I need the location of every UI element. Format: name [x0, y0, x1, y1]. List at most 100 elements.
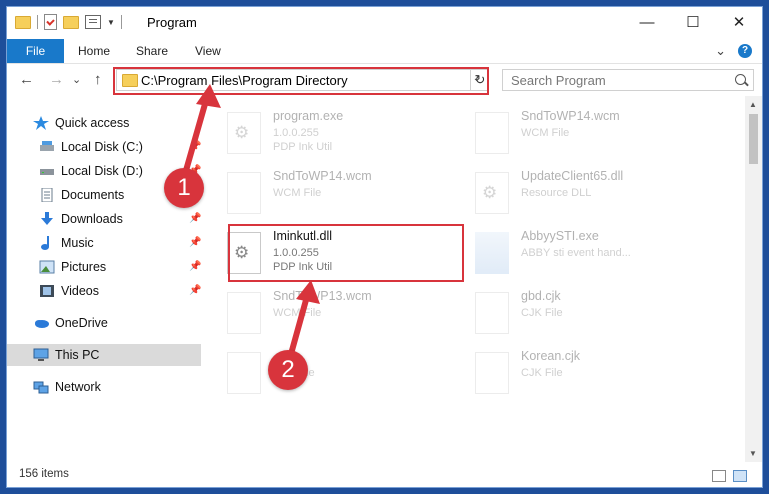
sidebar-item-label: Videos — [61, 284, 99, 298]
file-type: WCM File — [273, 187, 322, 199]
file-meta: 1.0.0.255 PDP Ink Util — [273, 126, 332, 154]
file-name: SndToWP13.wcm — [273, 289, 372, 303]
music-icon — [39, 236, 55, 250]
file-gear-icon — [227, 112, 261, 154]
file-type: WCM File — [521, 127, 570, 139]
drive-icon — [39, 164, 55, 178]
tab-file[interactable]: File — [7, 39, 64, 63]
minimize-button[interactable]: — — [624, 7, 670, 37]
recent-locations-dropdown[interactable]: ⌄ — [72, 73, 81, 86]
file-type: CJK File — [521, 307, 563, 319]
file-name: SndToWP14.wcm — [521, 109, 620, 123]
large-icons-view-icon[interactable] — [733, 470, 747, 482]
sidebar-item-label: Documents — [61, 188, 125, 202]
file-gear-icon — [475, 172, 509, 214]
file-name: program.exe — [273, 109, 344, 123]
sidebar-item-label: Network — [55, 380, 101, 394]
drive-icon — [39, 140, 55, 154]
file-type: Resource DLL — [521, 187, 592, 199]
pin-icon[interactable]: 📌 — [189, 261, 201, 272]
sidebar-item-music[interactable]: Music — [39, 232, 94, 254]
pictures-icon — [39, 260, 55, 274]
sidebar-item-label: This PC — [55, 348, 100, 362]
toolbar-divider — [120, 15, 122, 29]
file-highlight-box — [228, 224, 464, 282]
file-icon — [475, 112, 509, 154]
tab-home[interactable]: Home — [78, 39, 110, 63]
sidebar-item-network[interactable]: Network — [33, 376, 101, 398]
close-button[interactable]: ✕ — [716, 7, 762, 37]
status-bar: 156 items — [7, 465, 762, 487]
file-list: program.exe 1.0.0.255 PDP Ink Util SndToW… — [217, 102, 737, 462]
file-item-gbd-cjk[interactable]: gbd.cjk CJK File — [465, 286, 705, 338]
application-icon — [475, 232, 509, 274]
sidebar-item-label: Local Disk (D:) — [61, 164, 143, 178]
file-name: SndToWP14.wcm — [273, 169, 372, 183]
sidebar-item-label: Music — [61, 236, 94, 250]
videos-icon — [39, 284, 55, 298]
file-type: WCM File — [273, 307, 322, 319]
quick-access-toolbar: ▼ — [15, 14, 122, 30]
sidebar-item-label: Quick access — [55, 116, 130, 130]
toolbar-divider — [37, 15, 38, 29]
file-type: CJK File — [521, 367, 563, 379]
properties-check-icon[interactable] — [44, 14, 57, 30]
sidebar-item-local-disk-d[interactable]: Local Disk (D:) — [39, 160, 143, 182]
back-button[interactable]: ← — [19, 71, 34, 88]
sidebar-item-pictures[interactable]: Pictures — [39, 256, 106, 278]
maximize-button[interactable]: ☐ — [670, 7, 716, 37]
file-item-abbyysti-exe[interactable]: AbbyySTI.exe ABBY sti event hand... — [465, 226, 705, 278]
search-placeholder: Search Program — [511, 73, 606, 88]
file-item-cjk[interactable]: ...cjk CJK File — [217, 346, 457, 398]
tab-share[interactable]: Share — [136, 39, 168, 63]
file-name: gbd.cjk — [521, 289, 561, 303]
file-item-updateclient65-dll[interactable]: UpdateClient65.dll Resource DLL — [465, 166, 705, 218]
search-input[interactable]: Search Program — [502, 69, 754, 91]
file-icon — [227, 352, 261, 394]
sidebar-item-documents[interactable]: Documents — [39, 184, 124, 206]
file-item-korean-cjk[interactable]: Korean.cjk CJK File — [465, 346, 705, 398]
sidebar-item-videos[interactable]: Videos — [39, 280, 99, 302]
window-title: Program — [147, 15, 197, 30]
file-type: PDP Ink Util — [273, 141, 333, 153]
pin-icon[interactable]: 📌 — [189, 285, 201, 296]
tab-view[interactable]: View — [195, 39, 221, 63]
pin-icon[interactable]: 📌 — [189, 237, 201, 248]
file-item-sndtowp14-wcm[interactable]: SndToWP14.wcm WCM File — [217, 166, 457, 218]
pin-icon[interactable]: 📌 — [189, 213, 201, 224]
forward-button[interactable]: → — [49, 71, 64, 88]
scroll-down-icon[interactable]: ▼ — [749, 449, 757, 458]
details-view-icon[interactable] — [712, 470, 726, 482]
file-version: 1.0.0.255 — [273, 127, 319, 139]
ribbon-tabs: File Home Share View ⌄ ? — [7, 39, 762, 64]
sidebar-item-label: OneDrive — [55, 316, 108, 330]
new-folder-icon[interactable] — [63, 15, 79, 29]
sidebar-item-local-disk-c[interactable]: Local Disk (C:) — [39, 136, 143, 158]
scrollbar-thumb[interactable] — [749, 114, 758, 164]
window-controls: — ☐ ✕ — [624, 7, 762, 37]
vertical-scrollbar[interactable]: ▲ ▼ — [745, 96, 762, 462]
sidebar-item-onedrive[interactable]: OneDrive — [33, 312, 108, 334]
file-item-sndtowp14-wcm[interactable]: SndToWP14.wcm WCM File — [465, 106, 705, 158]
sidebar-item-this-pc[interactable]: This PC — [33, 344, 99, 366]
step-one-badge: 1 — [164, 168, 204, 208]
sidebar-item-downloads[interactable]: Downloads — [39, 208, 123, 230]
file-item-sndtowp13-wcm[interactable]: SndToWP13.wcm WCM File — [217, 286, 457, 338]
sidebar-item-quick-access[interactable]: Quick access — [33, 112, 129, 134]
up-button[interactable]: ↑ — [94, 71, 102, 88]
sidebar-item-label: Pictures — [61, 260, 107, 274]
download-icon — [39, 212, 55, 226]
chevron-down-icon[interactable]: ▼ — [107, 18, 115, 27]
expand-ribbon-button[interactable]: ⌄ — [715, 43, 726, 59]
customize-icon[interactable] — [85, 15, 101, 29]
pin-icon[interactable]: 📌 — [189, 141, 201, 152]
file-icon — [475, 352, 509, 394]
file-name: Korean.cjk — [521, 349, 581, 363]
scroll-up-icon[interactable]: ▲ — [749, 100, 757, 109]
sidebar-item-label: Downloads — [61, 212, 123, 226]
item-count: 156 items — [19, 468, 69, 480]
help-icon[interactable]: ? — [738, 44, 752, 58]
file-item-program-exe[interactable]: program.exe 1.0.0.255 PDP Ink Util — [217, 106, 457, 158]
cloud-icon — [33, 316, 49, 330]
search-icon[interactable] — [735, 74, 746, 85]
